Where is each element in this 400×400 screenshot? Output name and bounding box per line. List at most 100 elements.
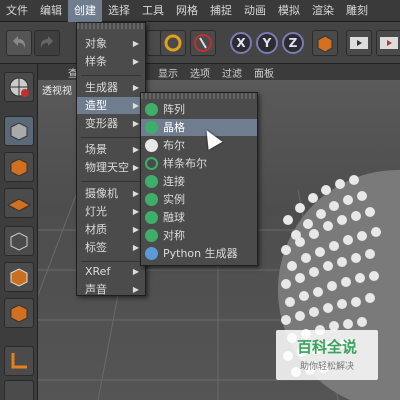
menu-sculpt[interactable]: 雕刻 [340, 0, 374, 22]
submenu-arrow-icon: ▶ [132, 57, 139, 66]
coordinate-system-button[interactable] [312, 30, 338, 56]
globe-button[interactable] [4, 72, 34, 102]
menu-edit[interactable]: 编辑 [34, 0, 68, 22]
create-menu-item-sound[interactable]: 声音 ▶ [77, 281, 145, 298]
axis-mode-button[interactable] [4, 346, 34, 376]
create-menu-item-modeling[interactable]: 造型 ▶ [77, 97, 145, 114]
menu-grip[interactable] [77, 23, 145, 29]
menu-snap[interactable]: 捕捉 [204, 0, 238, 22]
submenu-item-spline-boole[interactable]: 样条布尔 [141, 155, 257, 172]
watermark-title: 百科全说 [296, 338, 357, 356]
film-play-icon [380, 37, 398, 49]
lattice-icon [145, 121, 158, 134]
python-generator-icon [145, 247, 158, 260]
create-menu-item-spline[interactable]: 样条 ▶ [77, 53, 145, 70]
cube-icon [317, 35, 333, 53]
render-view-button[interactable] [346, 30, 372, 56]
create-menu-item-scene[interactable]: 场景 ▶ [77, 141, 145, 158]
points-cube-icon [10, 232, 28, 251]
menu-select[interactable]: 选择 [102, 0, 136, 22]
undo-icon [13, 36, 26, 48]
menu-simulate[interactable]: 模拟 [272, 0, 306, 22]
submenu-arrow-icon: ▶ [132, 101, 139, 110]
left-toolbar [0, 64, 38, 400]
points-mode-button[interactable] [4, 226, 34, 256]
submenu-arrow-icon: ▶ [132, 189, 139, 198]
rotate-button[interactable] [160, 30, 186, 56]
submenu-arrow-icon: ▶ [132, 39, 139, 48]
watermark-subtitle: 助你轻松解决 [299, 362, 354, 372]
z-axis-button[interactable]: Z [282, 32, 304, 54]
submenu-item-boole[interactable]: 布尔 [141, 137, 257, 154]
create-menu-item-physical-sky[interactable]: 物理天空 ▶ [77, 159, 145, 176]
menu-render[interactable]: 渲染 [306, 0, 340, 22]
redo-button[interactable] [34, 30, 60, 56]
symmetry-icon [145, 229, 158, 242]
workplane-button[interactable] [4, 188, 34, 218]
modeling-submenu: 阵列 晶格 布尔 样条布尔 连接 实例 融球 对称 Python 生成器 [140, 92, 258, 266]
submenu-item-metaball[interactable]: 融球 [141, 209, 257, 226]
menu-grip[interactable] [141, 93, 257, 99]
live-selection-button[interactable] [190, 30, 216, 56]
x-axis-button[interactable]: X [230, 32, 252, 54]
menu-bar: 文件 编辑 创建 选择 工具 网格 捕捉 动画 模拟 渲染 雕刻 [0, 0, 400, 22]
submenu-arrow-icon: ▶ [132, 285, 139, 294]
globe-icon [9, 77, 29, 97]
create-menu: 对象 ▶ 样条 ▶ 生成器 ▶ 造型 ▶ 变形器 ▶ 场景 ▶ 物理天空 ▶ 摄像机 ▶ 灯光 ▶… [76, 22, 146, 296]
menu-file[interactable]: 文件 [0, 0, 34, 22]
array-icon [145, 103, 158, 116]
viewport-menu-panel[interactable]: 面板 [254, 65, 274, 80]
viewport-label: 透视视 [42, 86, 72, 97]
polygons-mode-button[interactable] [4, 298, 34, 328]
menu-separator [81, 181, 141, 182]
connect-icon [145, 175, 158, 188]
film-icon [350, 37, 368, 49]
viewport-menu-display[interactable]: 显示 [158, 65, 178, 80]
submenu-item-instance[interactable]: 实例 [141, 191, 257, 208]
submenu-item-python-generator[interactable]: Python 生成器 [141, 245, 257, 262]
create-menu-item-material[interactable]: 材质 ▶ [77, 221, 145, 238]
submenu-arrow-icon: ▶ [132, 207, 139, 216]
menu-separator [81, 261, 141, 262]
submenu-arrow-icon: ▶ [132, 243, 139, 252]
submenu-arrow-icon: ▶ [132, 145, 139, 154]
menu-mesh[interactable]: 网格 [170, 0, 204, 22]
metaball-icon [145, 211, 158, 224]
checker-cube-icon [10, 158, 28, 177]
redo-icon [40, 36, 53, 48]
tweak-mode-button[interactable] [4, 380, 34, 400]
submenu-item-symmetry[interactable]: 对称 [141, 227, 257, 244]
y-axis-button[interactable]: Y [256, 32, 278, 54]
polygons-cube-icon [10, 304, 28, 323]
submenu-item-array[interactable]: 阵列 [141, 101, 257, 118]
edges-cube-icon [10, 268, 28, 287]
undo-button[interactable] [6, 30, 32, 56]
edges-mode-button[interactable] [4, 262, 34, 292]
create-menu-item-light[interactable]: 灯光 ▶ [77, 203, 145, 220]
boole-icon [145, 139, 158, 152]
watermark: 百科全说 助你轻松解决 [276, 330, 378, 380]
create-menu-item-camera[interactable]: 摄像机 ▶ [77, 185, 145, 202]
menu-animate[interactable]: 动画 [238, 0, 272, 22]
create-menu-item-object[interactable]: 对象 ▶ [77, 35, 145, 52]
menu-create[interactable]: 创建 [68, 0, 102, 22]
viewport-menu-filter[interactable]: 过滤 [222, 65, 242, 80]
instance-icon [145, 193, 158, 206]
create-menu-item-tag[interactable]: 标签 ▶ [77, 239, 145, 256]
render-picture-button[interactable] [376, 30, 400, 56]
texture-mode-button[interactable] [4, 152, 34, 182]
model-mode-button[interactable] [4, 116, 34, 146]
grid-plane-icon [6, 198, 32, 212]
create-menu-item-generator[interactable]: 生成器 ▶ [77, 79, 145, 96]
menu-tools[interactable]: 工具 [136, 0, 170, 22]
axis-icon [11, 353, 27, 369]
menu-separator [81, 75, 141, 76]
rotate-icon [164, 34, 182, 52]
submenu-item-connect[interactable]: 连接 [141, 173, 257, 190]
cube-icon [10, 122, 28, 141]
viewport-menu-options[interactable]: 选项 [190, 65, 210, 80]
create-menu-item-deformer[interactable]: 变形器 ▶ [77, 115, 145, 132]
create-menu-item-xref[interactable]: XRef ▶ [77, 263, 145, 280]
selection-icon [194, 34, 212, 52]
main-toolbar: X Y Z [0, 22, 400, 64]
